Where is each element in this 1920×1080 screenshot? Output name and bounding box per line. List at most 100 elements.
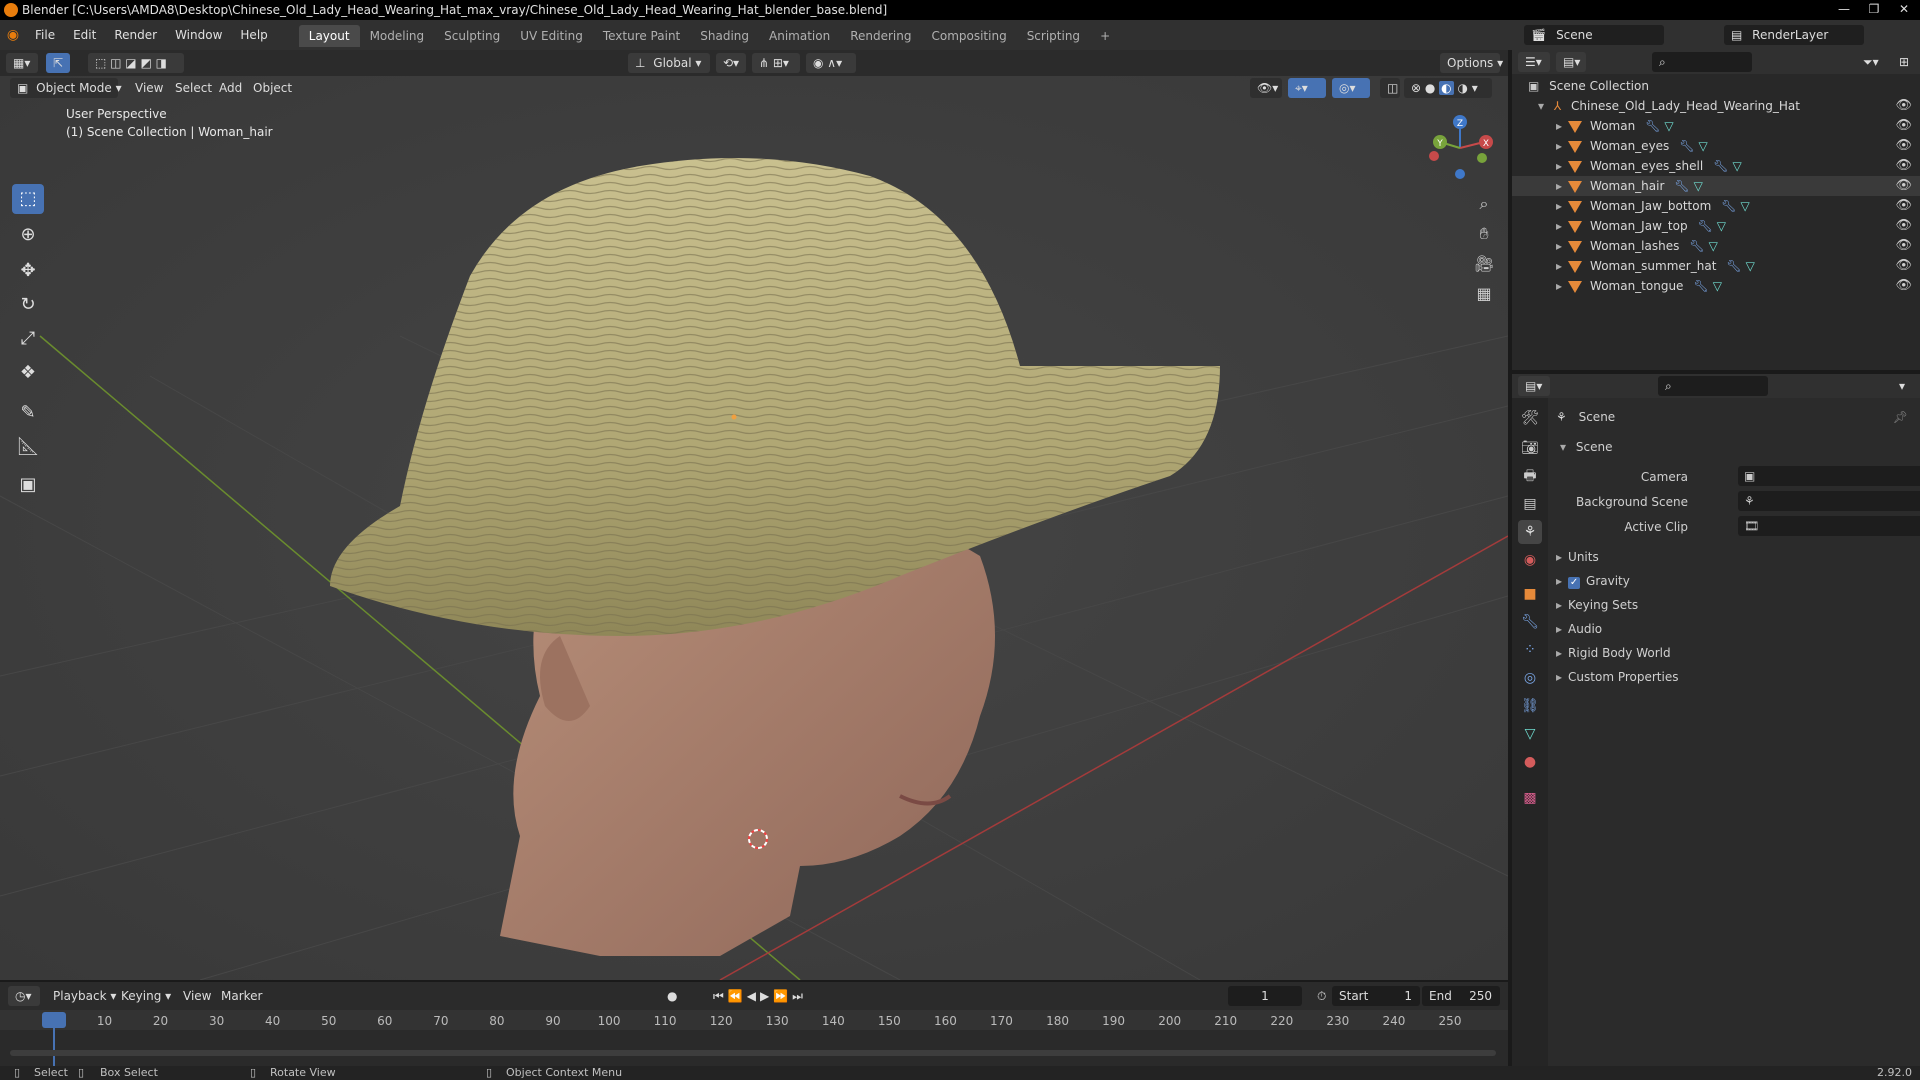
new-collection-icon[interactable]: ⊞ (1892, 52, 1914, 72)
timeline-scrollbar[interactable] (10, 1050, 1496, 1056)
expand-chevron-icon[interactable]: ▸ (1556, 139, 1562, 153)
add-workspace-button[interactable]: + (1090, 25, 1120, 47)
properties-options-icon[interactable]: ▾ (1892, 376, 1914, 396)
camera-field[interactable]: ▣ ✎ (1738, 466, 1920, 486)
outliner-object-row[interactable]: ▸ Woman_eyes_shell 🔧︎ ▽ 👁︎ (1512, 156, 1920, 176)
viewport-menu-object[interactable]: Object (246, 78, 299, 98)
expand-chevron-icon[interactable]: ▸ (1556, 259, 1562, 273)
timeline-area[interactable]: 1102030405060708090100110120130140150160… (0, 1010, 1508, 1066)
rigid-body-world-section[interactable]: ▸ Rigid Body World (1548, 642, 1914, 664)
output-tab-icon[interactable]: 🖶︎ (1518, 464, 1542, 488)
tab-shading[interactable]: Shading (690, 25, 759, 47)
transform-orientation-dropdown[interactable]: ⊥ Global ▾ (628, 53, 710, 73)
expand-chevron-icon[interactable]: ▸ (1556, 239, 1562, 253)
outliner-object-row[interactable]: ▸ Woman_Jaw_bottom 🔧︎ ▽ 👁︎ (1512, 196, 1920, 216)
menu-render[interactable]: Render (105, 20, 166, 50)
properties-editor-type-icon[interactable]: ▤▾ (1518, 376, 1550, 396)
playhead-marker[interactable] (42, 1012, 66, 1028)
timeline-menu-playback[interactable]: Playback ▾ (46, 986, 123, 1006)
scene-tab-icon[interactable]: ⚘ (1518, 520, 1542, 544)
ortho-grid-icon[interactable]: ▦ (1472, 284, 1496, 308)
eye-icon[interactable]: 👁︎ (1895, 176, 1912, 196)
timeline-menu-keying[interactable]: Keying ▾ (114, 986, 178, 1006)
tab-layout[interactable]: Layout (298, 25, 360, 47)
playback-controls[interactable]: ⏮⏪◀▶⏩⏭ (706, 986, 830, 1006)
timeline-menu-marker[interactable]: Marker (214, 986, 269, 1006)
outliner-object-row[interactable]: ▸ Woman 🔧︎ ▽ 👁︎ (1512, 116, 1920, 136)
constraints-tab-icon[interactable]: ⛓︎ (1518, 694, 1542, 718)
record-icon[interactable]: ● (660, 986, 684, 1006)
custom-properties-section[interactable]: ▸ Custom Properties (1548, 666, 1914, 688)
viewport-menu-add[interactable]: Add (212, 78, 249, 98)
tab-rendering[interactable]: Rendering (840, 25, 921, 47)
eye-icon[interactable]: 👁︎ (1895, 276, 1912, 296)
background-scene-field[interactable]: ⚘ (1738, 491, 1920, 511)
gizmo-toggle-icon[interactable]: ⌖▾ (1288, 78, 1326, 98)
overlay-toggle-icon[interactable]: ◎▾ (1332, 78, 1370, 98)
tab-compositing[interactable]: Compositing (921, 25, 1016, 47)
eye-icon[interactable]: 👁︎ (1895, 156, 1912, 176)
blender-menu-icon[interactable]: ◉ (0, 27, 26, 43)
view-layer-tab-icon[interactable]: ▤ (1518, 492, 1542, 516)
xray-icon[interactable]: ◫ (1380, 78, 1400, 98)
snap-icon[interactable]: ⋔ ⊞▾ (752, 53, 800, 73)
menu-file[interactable]: File (26, 20, 64, 50)
expand-chevron-icon[interactable]: ▸ (1556, 219, 1562, 233)
timeline-menu-view[interactable]: View (176, 986, 218, 1006)
outliner-editor-type-icon[interactable]: ☰▾ (1518, 52, 1550, 72)
tab-uv-editing[interactable]: UV Editing (510, 25, 593, 47)
preview-range-icon[interactable]: ⏱︎ (1310, 986, 1328, 1006)
outliner-object-row-selected[interactable]: ▸ Woman_hair 🔧︎ ▽ 👁︎ (1512, 176, 1920, 196)
camera-view-icon[interactable]: 🎥︎ (1472, 254, 1496, 278)
end-frame-field[interactable]: End 250 (1422, 986, 1500, 1006)
outliner-object-row[interactable]: ▸ Woman_lashes 🔧︎ ▽ 👁︎ (1512, 236, 1920, 256)
physics-tab-icon[interactable]: ◎ (1518, 666, 1542, 690)
tab-animation[interactable]: Animation (759, 25, 840, 47)
outliner-collection-row[interactable]: ▾ ⅄ Chinese_Old_Lady_Head_Wearing_Hat 👁︎ (1512, 96, 1920, 116)
view-layer-selector[interactable]: ▤ RenderLayer (1724, 25, 1864, 45)
eye-icon[interactable]: 👁︎ (1895, 256, 1912, 276)
pivot-point-icon[interactable]: ⟲▾ (716, 53, 746, 73)
close-icon[interactable]: ✕ (1890, 0, 1918, 20)
tab-modeling[interactable]: Modeling (360, 25, 435, 47)
active-clip-field[interactable]: 🎞︎ (1738, 516, 1920, 536)
start-frame-field[interactable]: Start 1 (1332, 986, 1420, 1006)
outliner-filter-icon[interactable]: ⏷▾ (1856, 52, 1886, 72)
menu-window[interactable]: Window (166, 20, 231, 50)
outliner-display-mode-icon[interactable]: ▤▾ (1556, 52, 1586, 72)
frame-ruler[interactable]: 1102030405060708090100110120130140150160… (0, 1010, 1508, 1030)
viewport-menu-view[interactable]: View (128, 78, 170, 98)
data-tab-icon[interactable]: ▽ (1518, 722, 1542, 746)
eye-icon[interactable]: 👁︎ (1895, 196, 1912, 216)
minimize-icon[interactable]: — (1830, 0, 1858, 20)
pan-hand-icon[interactable]: ✋︎ (1472, 224, 1496, 248)
texture-tab-icon[interactable]: ▩ (1518, 786, 1542, 810)
audio-section[interactable]: ▸ Audio (1548, 618, 1914, 640)
selection-mode-buttons[interactable]: ⬚ ◫ ◪ ◩ ◨ (88, 53, 184, 73)
scene-panel-header[interactable]: ▾ Scene (1548, 436, 1914, 458)
outliner-search-input[interactable]: ⌕ (1652, 52, 1752, 72)
timeline-editor-type-icon[interactable]: ◷▾ (8, 986, 40, 1006)
visibility-icon[interactable]: 👁︎▾ (1250, 78, 1282, 98)
select-box-tool-icon[interactable]: ⬚ (12, 184, 44, 214)
eye-icon[interactable]: 👁︎ (1895, 216, 1912, 236)
add-cube-tool-icon[interactable]: ▣ (12, 470, 44, 500)
shading-mode-buttons[interactable]: ⊗ ● ◐ ◑ ▾ (1404, 78, 1492, 98)
tab-sculpting[interactable]: Sculpting (434, 25, 510, 47)
outliner-scene-collection[interactable]: ▣ Scene Collection (1512, 76, 1920, 96)
modifier-tab-icon[interactable]: 🔧︎ (1518, 610, 1542, 634)
particles-tab-icon[interactable]: ⁘ (1518, 638, 1542, 662)
tab-scripting[interactable]: Scripting (1017, 25, 1090, 47)
expand-chevron-icon[interactable]: ▸ (1556, 199, 1562, 213)
editor-type-icon[interactable]: ▦▾ (6, 53, 38, 73)
eye-icon[interactable]: 👁︎ (1895, 136, 1912, 156)
rotate-tool-icon[interactable]: ↻ (12, 290, 44, 320)
tab-texture-paint[interactable]: Texture Paint (593, 25, 690, 47)
menu-edit[interactable]: Edit (64, 20, 105, 50)
properties-search-input[interactable]: ⌕ (1658, 376, 1768, 396)
object-mode-dropdown[interactable]: ▣ Object Mode ▾ (10, 78, 122, 98)
expand-chevron-icon[interactable]: ▸ (1556, 159, 1562, 173)
3d-viewport[interactable]: Z X Y User Perspective (1) Scene Collect… (0, 76, 1508, 980)
units-section[interactable]: ▸ Units (1548, 546, 1914, 568)
measure-tool-icon[interactable]: 📐︎ (12, 432, 44, 462)
